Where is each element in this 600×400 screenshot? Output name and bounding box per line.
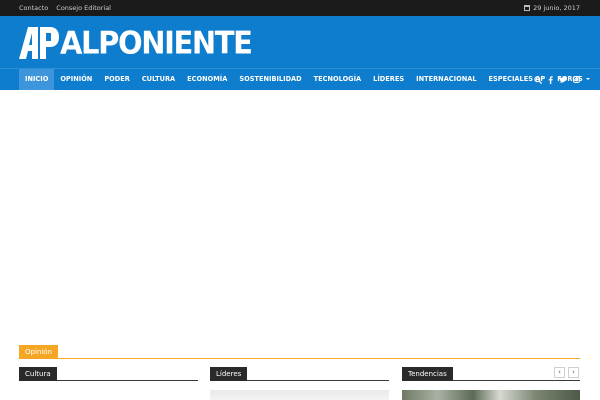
nav-item-sostenibilidad[interactable]: SOSTENIBILIDAD (233, 69, 307, 90)
slider-prev-button[interactable]: ‹ (554, 367, 565, 378)
chevron-down-icon (585, 78, 590, 80)
nav-item-inicio[interactable]: INICIO (19, 69, 55, 90)
top-bar: Contacto Consejo Editorial 29 junio, 201… (0, 0, 600, 16)
facebook-icon[interactable] (548, 75, 553, 84)
section-tag-opinion[interactable]: Opinión (19, 345, 58, 359)
nav-item-economia[interactable]: ECONOMÍA (181, 69, 233, 90)
twitter-icon[interactable] (559, 76, 567, 83)
ap-logo-mark-icon (19, 27, 59, 59)
calendar-icon (524, 5, 531, 11)
nav-item-opinion[interactable]: OPINIÓN (54, 69, 98, 90)
nav-item-internacional[interactable]: INTERNACIONAL (410, 69, 482, 90)
date-text: 29 junio, 2017 (533, 4, 580, 12)
top-date: 29 junio, 2017 (524, 4, 580, 12)
logo-text: ALPONIENTE (60, 24, 253, 62)
slider-next-button[interactable]: › (568, 367, 579, 378)
main-nav: INICIO OPINIÓN PODER CULTURA ECONOMÍA SO… (0, 68, 600, 90)
top-link-consejo-editorial[interactable]: Consejo Editorial (56, 4, 111, 12)
top-links: Contacto Consejo Editorial (19, 4, 111, 12)
lideres-thumbnail[interactable] (210, 390, 389, 400)
nav-item-cultura[interactable]: CULTURA (136, 69, 181, 90)
nav-item-lideres[interactable]: LÍDERES (367, 69, 410, 90)
section-tag-cultura[interactable]: Cultura (19, 367, 57, 381)
cultura-section-header: Cultura (19, 367, 198, 381)
section-tag-tendencias[interactable]: Tendencias (402, 367, 453, 381)
nav-item-tecnologia[interactable]: TECNOLOGÍA (308, 69, 368, 90)
instagram-icon[interactable] (573, 76, 580, 83)
nav-item-poder[interactable]: PODER (98, 69, 136, 90)
section-tag-lideres[interactable]: Líderes (210, 367, 248, 381)
search-icon[interactable] (534, 75, 542, 84)
lideres-section-header: Líderes (210, 367, 389, 381)
site-logo[interactable]: ALPONIENTE (19, 24, 253, 62)
nav-icons (534, 69, 580, 90)
top-link-contacto[interactable]: Contacto (19, 4, 48, 12)
tendencias-thumbnail[interactable] (402, 390, 580, 400)
opinion-section-header: Opinión (19, 345, 580, 359)
